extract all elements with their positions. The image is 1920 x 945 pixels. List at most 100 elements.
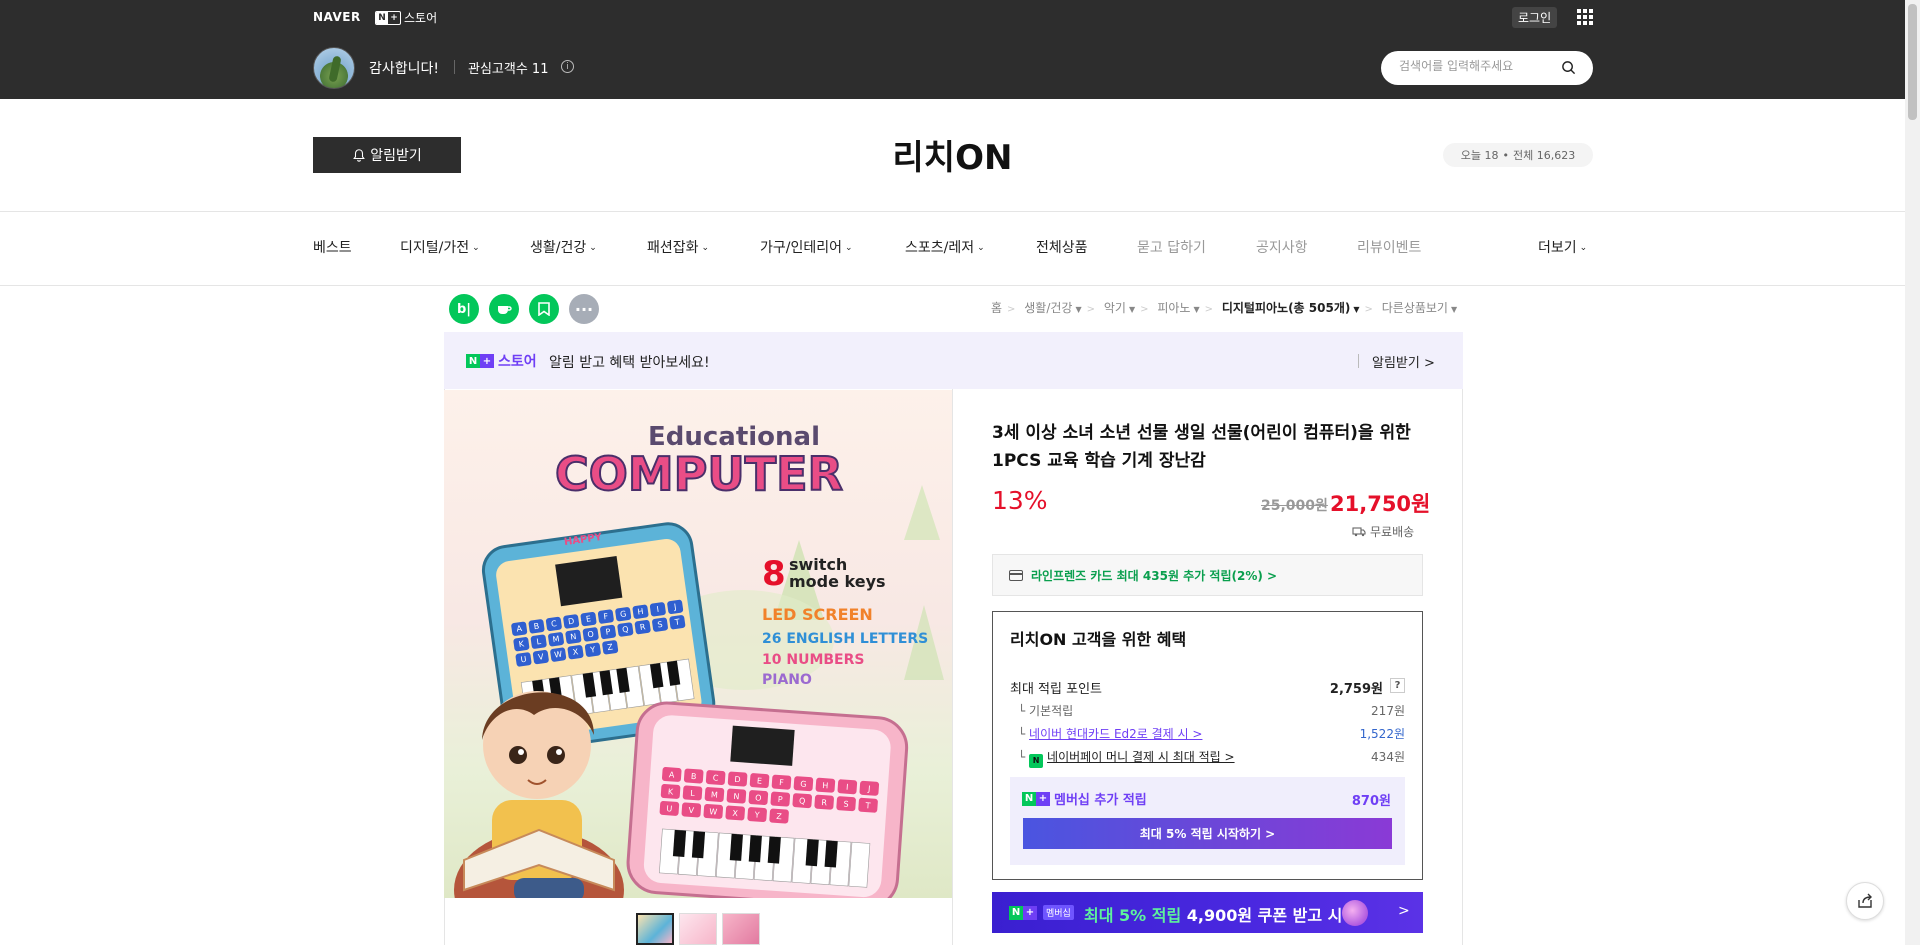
nav-item-review-event[interactable]: 리뷰이벤트 bbox=[1357, 237, 1421, 257]
thumbnail-3[interactable] bbox=[722, 913, 760, 945]
chevron-right-icon: > bbox=[1007, 304, 1016, 315]
piano-black-key bbox=[767, 836, 781, 864]
breadcrumb-item[interactable]: 악기 ▼ bbox=[1104, 301, 1135, 315]
app-grid-icon[interactable] bbox=[1577, 9, 1593, 25]
nav-item-best[interactable]: 베스트 bbox=[313, 237, 352, 257]
piano-white-key bbox=[848, 841, 871, 888]
nav-label: 더보기 bbox=[1538, 240, 1577, 256]
keyboard-key-label: Q bbox=[799, 796, 806, 805]
search-icon[interactable] bbox=[1561, 60, 1576, 75]
caret-down-icon: ▼ bbox=[1128, 305, 1136, 314]
max-points-label: 최대 적립 포인트 bbox=[1010, 682, 1102, 697]
blog-share-icon[interactable]: b| bbox=[449, 294, 479, 324]
nav-item-qna[interactable]: 묻고 답하기 bbox=[1137, 237, 1206, 257]
breadcrumb-label: 생활/건강 bbox=[1024, 301, 1073, 315]
npay-icon: N bbox=[1029, 753, 1044, 768]
chevron-right-icon: > bbox=[1364, 304, 1373, 315]
truck-icon bbox=[1352, 527, 1366, 537]
sale-price: 21,750원 bbox=[1330, 492, 1431, 516]
search-input[interactable] bbox=[1399, 59, 1559, 73]
breadcrumb-label: 피아노 bbox=[1157, 301, 1191, 315]
nav-item-digital[interactable]: 디지털/가전 ⌄ bbox=[400, 237, 480, 257]
visitors-total: 전체 16,623 bbox=[1513, 149, 1576, 162]
thumbnail-2[interactable] bbox=[679, 913, 717, 945]
store-title[interactable]: 리치ON bbox=[0, 130, 1905, 179]
nplus-store-link[interactable]: N + 스토어 bbox=[375, 9, 437, 26]
credit-card-icon bbox=[1009, 570, 1023, 581]
keyboard-key-label: Q bbox=[622, 625, 629, 635]
chevron-right-icon: > bbox=[1140, 304, 1149, 315]
nav-item-furniture[interactable]: 가구/인테리어 ⌄ bbox=[760, 237, 853, 257]
image-thumbnails bbox=[636, 913, 760, 945]
notice-brand-label: 스토어 bbox=[498, 354, 537, 370]
keyboard-key-label: T bbox=[864, 801, 871, 810]
product-image[interactable]: Educational COMPUTER HAPPY ABCDEFGHIJKLM… bbox=[444, 390, 952, 898]
login-button[interactable]: 로그인 bbox=[1512, 7, 1558, 28]
divider bbox=[1358, 354, 1359, 368]
nav-label: 디지털/가전 bbox=[400, 240, 470, 256]
card-benefit-text: 라인프렌즈 카드 최대 435원 추가 적립(2%) > bbox=[1031, 569, 1278, 583]
membership-start-button[interactable]: 최대 5% 적립 시작하기 > bbox=[1023, 818, 1392, 849]
breadcrumb-label: 악기 bbox=[1103, 301, 1126, 315]
naver-logo[interactable]: NAVER bbox=[313, 10, 361, 24]
breadcrumb-item[interactable]: 생활/건강 ▼ bbox=[1024, 301, 1081, 315]
visitors-today: 오늘 18 bbox=[1460, 149, 1499, 162]
notice-alarm-button[interactable]: 알림받기 > bbox=[1372, 352, 1435, 371]
points-row-label: └ N 네이버페이 머니 결제 시 최대 적립 > bbox=[1018, 748, 1235, 768]
breadcrumb-label: 디지털피아노(총 505개) bbox=[1221, 301, 1351, 315]
more-share-icon[interactable]: ··· bbox=[569, 294, 599, 324]
breadcrumb-item[interactable]: 피아노 ▼ bbox=[1157, 301, 1199, 315]
nplus-logo-icon: N + bbox=[1009, 905, 1037, 920]
discount-rate: 13% bbox=[992, 486, 1048, 515]
chevron-down-icon: ⌄ bbox=[472, 243, 480, 253]
hyundai-card-link[interactable]: 네이버 현대카드 Ed2로 결제 시 > bbox=[1029, 727, 1202, 741]
nav-item-living[interactable]: 생활/건강 ⌄ bbox=[530, 237, 597, 257]
divider bbox=[0, 285, 1905, 286]
nav-item-all-products[interactable]: 전체상품 bbox=[1036, 237, 1088, 257]
info-icon[interactable]: i bbox=[561, 60, 574, 73]
divider bbox=[454, 60, 455, 74]
promo-badge: N + 멤버십 bbox=[1009, 905, 1074, 920]
breadcrumb-item[interactable]: 홈 bbox=[991, 301, 1002, 315]
keyboard-key-label: Y bbox=[753, 810, 760, 819]
nav-item-notice[interactable]: 공지사항 bbox=[1256, 237, 1308, 257]
nav-item-fashion[interactable]: 패션잡화 ⌄ bbox=[647, 237, 709, 257]
nav-item-sports[interactable]: 스포츠/레저 ⌄ bbox=[905, 237, 985, 257]
divider bbox=[0, 211, 1905, 212]
keyboard-key-label: G bbox=[619, 609, 626, 619]
store-avatar[interactable] bbox=[313, 47, 355, 89]
naverpay-link[interactable]: 네이버페이 머니 결제 시 최대 적립 > bbox=[1047, 750, 1235, 764]
thumbnail-1[interactable] bbox=[636, 913, 674, 945]
share-button[interactable] bbox=[1846, 882, 1884, 920]
search-box bbox=[1381, 51, 1593, 85]
keyboard-key-label: N bbox=[733, 792, 740, 801]
keyboard-key-label: P bbox=[778, 795, 784, 804]
cafe-share-icon[interactable] bbox=[489, 294, 519, 324]
onion-character-icon bbox=[1342, 900, 1368, 926]
membership-label: 멤버십 추가 적립 bbox=[1054, 793, 1147, 808]
scroll-thumb[interactable] bbox=[1908, 4, 1917, 120]
benefit-title: 리치ON 고객을 위한 혜택 bbox=[1010, 630, 1187, 649]
keyboard-key-label: N bbox=[570, 632, 577, 642]
interest-count: 관심고객수 11 bbox=[468, 62, 549, 77]
nav-more-button[interactable]: 더보기 ⌄ bbox=[1538, 237, 1587, 257]
breadcrumb-item-current[interactable]: 디지털피아노(총 505개) ▼ bbox=[1222, 301, 1360, 315]
keyboard-key-label: C bbox=[713, 773, 720, 782]
card-benefit-banner[interactable]: 라인프렌즈 카드 최대 435원 추가 적립(2%) > bbox=[992, 554, 1423, 596]
other-products-dropdown[interactable]: 다른상품보기 ▼ bbox=[1382, 301, 1457, 315]
scrollbar[interactable] bbox=[1905, 0, 1920, 945]
chevron-down-icon: ⌄ bbox=[701, 243, 710, 253]
help-icon[interactable]: ? bbox=[1390, 678, 1405, 693]
promo-rest: 4,900원 쿠폰 받고 시작 bbox=[1186, 906, 1358, 925]
promo-highlight: 최대 5% 적립 bbox=[1084, 906, 1182, 925]
piano-black-key bbox=[824, 840, 838, 868]
nplus-logo-icon: N + bbox=[466, 354, 494, 368]
bookmark-share-icon[interactable] bbox=[529, 294, 559, 324]
basic-points-value: 217원 bbox=[1371, 704, 1405, 718]
keyboard-key-label: D bbox=[734, 775, 741, 784]
points-row-label: └ 기본적립 bbox=[1018, 704, 1074, 718]
membership-value: 870원 bbox=[1351, 794, 1391, 809]
caret-down-icon: ▼ bbox=[1353, 305, 1360, 314]
keyboard-key-label: H bbox=[822, 781, 829, 790]
membership-promo-banner[interactable]: N + 멤버십 최대 5% 적립 4,900원 쿠폰 받고 시작 > bbox=[992, 892, 1423, 933]
